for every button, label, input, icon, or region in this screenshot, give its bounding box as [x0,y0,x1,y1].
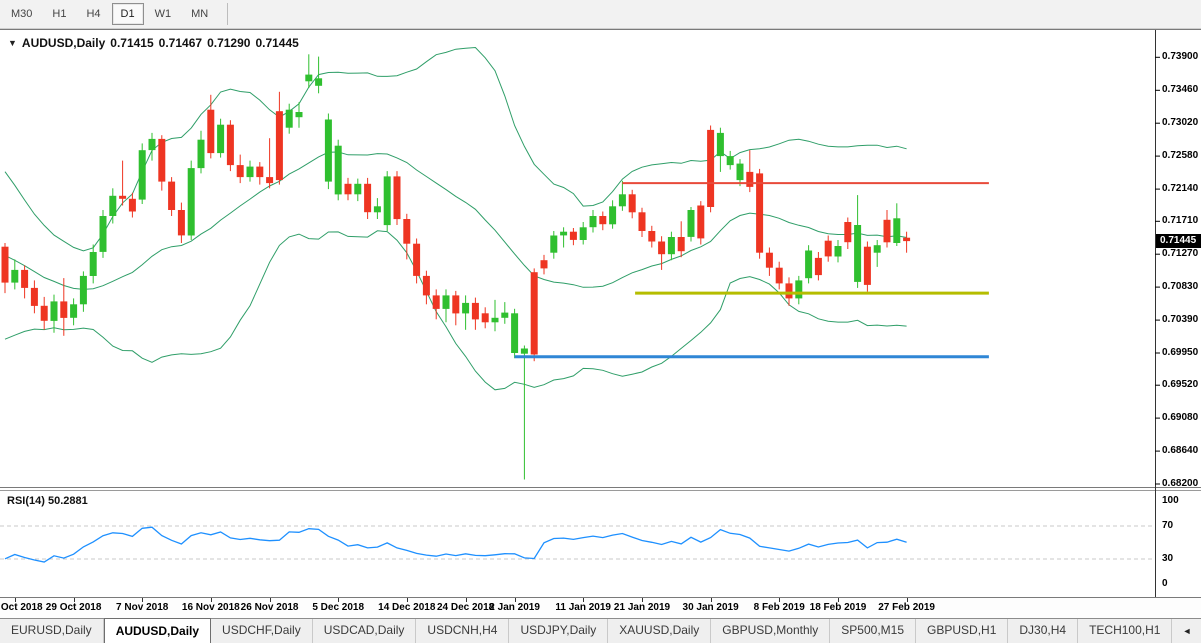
price-axis-label: 0.73900 [1162,51,1201,62]
price-axis-label: 0.71270 [1162,248,1201,259]
date-axis-label: 2 Jan 2019 [489,602,540,613]
price-axis-label: 0.73460 [1162,84,1201,95]
date-axis-label: 5 Dec 2018 [312,602,364,613]
date-axis-label: 8 Feb 2019 [754,602,805,613]
chart-tab-usdcad[interactable]: USDCAD,Daily [313,619,417,643]
candlestick-series [2,54,911,479]
ohlc-high: 0.71467 [159,36,202,50]
chart-tab-audusd[interactable]: AUDUSD,Daily [104,618,211,643]
date-axis-label: 11 Jan 2019 [555,602,611,613]
price-axis-label: 0.68200 [1162,478,1201,489]
chart-tab-dj30[interactable]: DJ30,H4 [1008,619,1078,643]
chart-title: ▼ AUDUSD,Daily 0.71415 0.71467 0.71290 0… [8,36,299,50]
rsi-axis-label: 100 [1162,495,1179,506]
main-chart-canvas[interactable] [0,0,1201,642]
tab-scroll-left-icon[interactable]: ◄ [1182,626,1191,636]
price-axis-label: 0.70390 [1162,314,1201,325]
chart-tab-sp500[interactable]: SP500,M15 [830,619,916,643]
date-axis-label: 16 Nov 2018 [182,602,240,613]
ohlc-low: 0.71290 [207,36,250,50]
symbol-dropdown-icon[interactable]: ▼ [8,38,17,48]
date-axis-label: 26 Nov 2018 [241,602,299,613]
date-axis-label: 18 Feb 2019 [810,602,867,613]
chart-tab-usdjpy[interactable]: USDJPY,Daily [509,619,608,643]
bollinger-bands [5,48,907,390]
price-axis-label: 0.73020 [1162,117,1201,128]
chart-tab-gbpusd[interactable]: GBPUSD,Monthly [711,619,830,643]
rsi-axis-label: 0 [1162,578,1168,589]
chart-symbol: AUDUSD,Daily [22,36,105,50]
current-price-badge: 0.71445 [1156,234,1201,248]
date-axis-label: 29 Oct 2018 [46,602,102,613]
date-axis-label: 27 Feb 2019 [878,602,935,613]
date-axis-label: 24 Dec 2018 [437,602,494,613]
date-axis-label: 7 Nov 2018 [116,602,168,613]
price-axis-label: 0.72140 [1162,183,1201,194]
rsi-axis-label: 30 [1162,553,1173,564]
date-axis-label: 30 Jan 2019 [683,602,739,613]
chart-tab-gbpusd[interactable]: GBPUSD,H1 [916,619,1008,643]
chart-tab-tech100[interactable]: TECH100,H1 [1078,619,1172,643]
price-axis-label: 0.68640 [1162,445,1201,456]
chart-tab-bar: EURUSD,DailyAUDUSD,DailyUSDCHF,DailyUSDC… [0,618,1201,643]
rsi-indicator-label: RSI(14) 50.2881 [7,495,88,507]
chart-tab-xauusd[interactable]: XAUUSD,Daily [608,619,711,643]
ohlc-open: 0.71415 [110,36,153,50]
rsi-value: 50.2881 [48,495,88,507]
rsi-axis-label: 70 [1162,520,1173,531]
ohlc-close: 0.71445 [255,36,298,50]
date-axis: 19 Oct 201829 Oct 2018 7 Nov 2018 16 Nov 2… [0,598,1201,618]
chart-tab-usdcnh[interactable]: USDCNH,H4 [416,619,509,643]
price-axis-label: 0.70830 [1162,281,1201,292]
mt4-window: { "toolbar": { "timeframes": [ {"label":… [0,0,1201,642]
rsi-name: RSI(14) [7,495,45,507]
price-axis-label: 0.69950 [1162,347,1201,358]
rsi-line [5,527,907,562]
price-axis-label: 0.72580 [1162,150,1201,161]
chart-tab-eurusd[interactable]: EURUSD,Daily [0,619,104,643]
date-axis-label: 19 Oct 2018 [0,602,43,613]
date-axis-label: 14 Dec 2018 [378,602,435,613]
price-axis-label: 0.71710 [1162,215,1201,226]
price-axis-label: 0.69080 [1162,412,1201,423]
date-axis-label: 21 Jan 2019 [614,602,670,613]
price-axis-label: 0.69520 [1162,379,1201,390]
tab-scroll-arrows: ◄► [1172,619,1201,643]
chart-tab-usdchf[interactable]: USDCHF,Daily [211,619,313,643]
